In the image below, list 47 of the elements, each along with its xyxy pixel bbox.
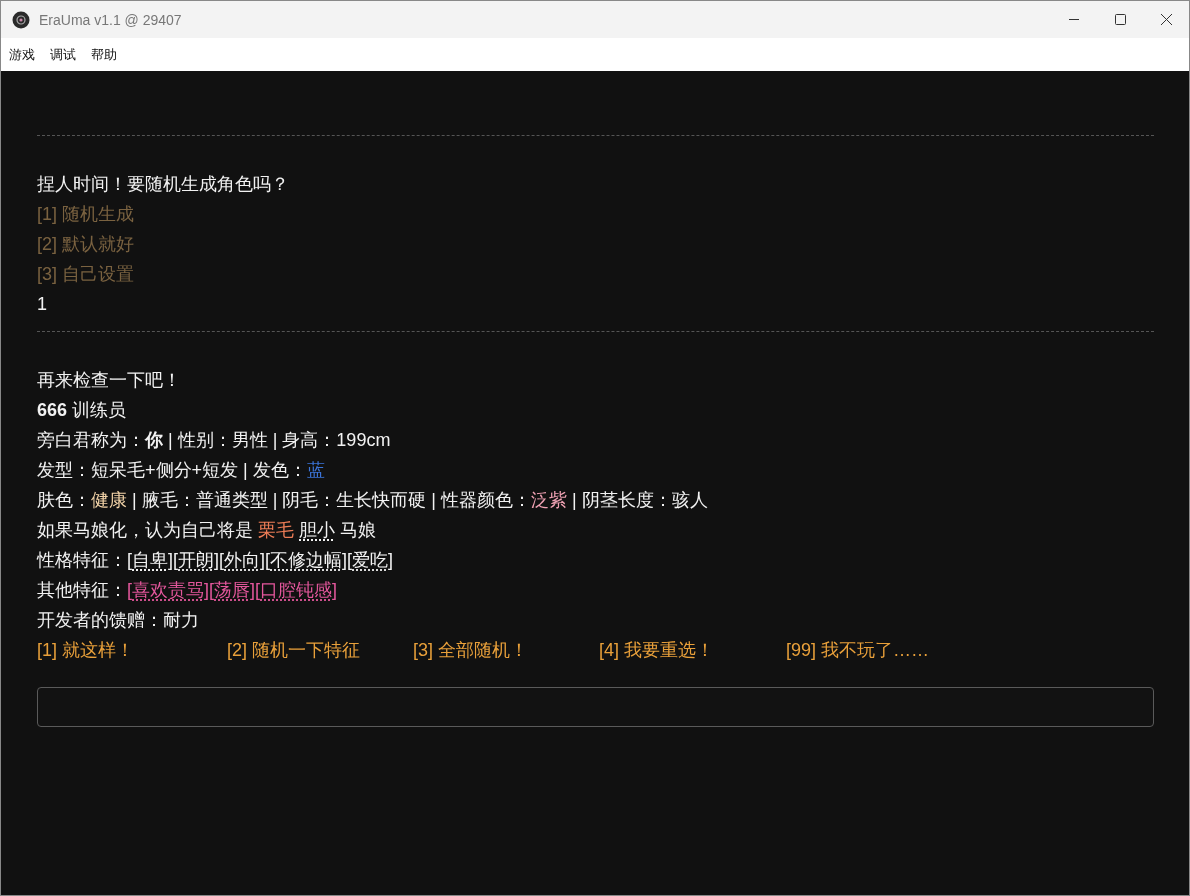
console-text: ][	[342, 549, 353, 572]
command-input-field[interactable]	[37, 687, 1154, 727]
value-text: 蓝	[306, 459, 325, 482]
value-text: [	[127, 579, 132, 602]
menu-item[interactable]: 游戏	[9, 45, 35, 64]
console-text: 旁白君称为：你 | 性别：男性 | 身高：199cm	[37, 429, 391, 452]
console-text: 666 训练员	[37, 399, 127, 422]
console-text: 如果马娘化，认为自己将是	[37, 519, 254, 542]
console-text: 肤色：	[37, 489, 91, 512]
trait-text: 荡唇	[214, 579, 251, 602]
console-text: 马娘	[339, 519, 377, 542]
menu-option[interactable]: [4] 我要重选！	[599, 635, 786, 665]
trait-text: 自卑	[132, 549, 168, 572]
console-text: 捏人时间！要随机生成角色吗？	[37, 173, 289, 196]
console-text: 发型：短呆毛+侧分+短发 | 发色：	[37, 459, 307, 482]
menu-option[interactable]: [2] 随机一下特征	[227, 635, 413, 665]
console-text: 再来检查一下吧！	[37, 369, 181, 392]
menu-item[interactable]: 调试	[50, 45, 76, 64]
trait-text: 不修边幅	[270, 549, 343, 572]
trait-text: 开朗	[178, 549, 215, 572]
console-text: | 腋毛：普通类型 | 阴毛：生长快而硬 | 性器颜色：	[131, 489, 532, 512]
console-text: ][	[260, 549, 271, 572]
console-text: 1	[37, 293, 47, 316]
console-text: | 阴茎长度：骇人	[571, 489, 708, 512]
app-logo-icon	[12, 10, 30, 29]
menu-option[interactable]: [3] 全部随机！	[413, 635, 599, 665]
console-text: ][	[214, 549, 225, 572]
console-text: ]	[388, 549, 394, 572]
value-text: ][	[204, 579, 215, 602]
value-text: 健康	[91, 489, 127, 512]
console-text: 性格特征：[	[37, 549, 132, 572]
console-text: ][	[168, 549, 179, 572]
trait-text: 外向	[224, 549, 261, 572]
window-title: EraUma v1.1 @ 29407	[39, 11, 182, 28]
value-text: 泛紫	[531, 489, 568, 512]
console-text: 开发者的馈赠：耐力	[37, 609, 199, 632]
menu-option[interactable]: [99] 我不玩了……	[786, 635, 986, 665]
value-text: ]	[332, 579, 338, 602]
value-text: 栗毛	[258, 519, 295, 542]
menu-option[interactable]: [1] 就这样！	[37, 635, 227, 665]
trait-text: 胆小	[299, 519, 336, 542]
trait-text: 爱吃	[352, 549, 389, 572]
trait-text: 口腔钝感	[260, 579, 333, 602]
trait-text: 喜欢责骂	[132, 579, 204, 602]
value-text: ][	[250, 579, 261, 602]
menu-item[interactable]: 帮助	[91, 45, 117, 64]
console-text: 其他特征：	[37, 579, 127, 602]
